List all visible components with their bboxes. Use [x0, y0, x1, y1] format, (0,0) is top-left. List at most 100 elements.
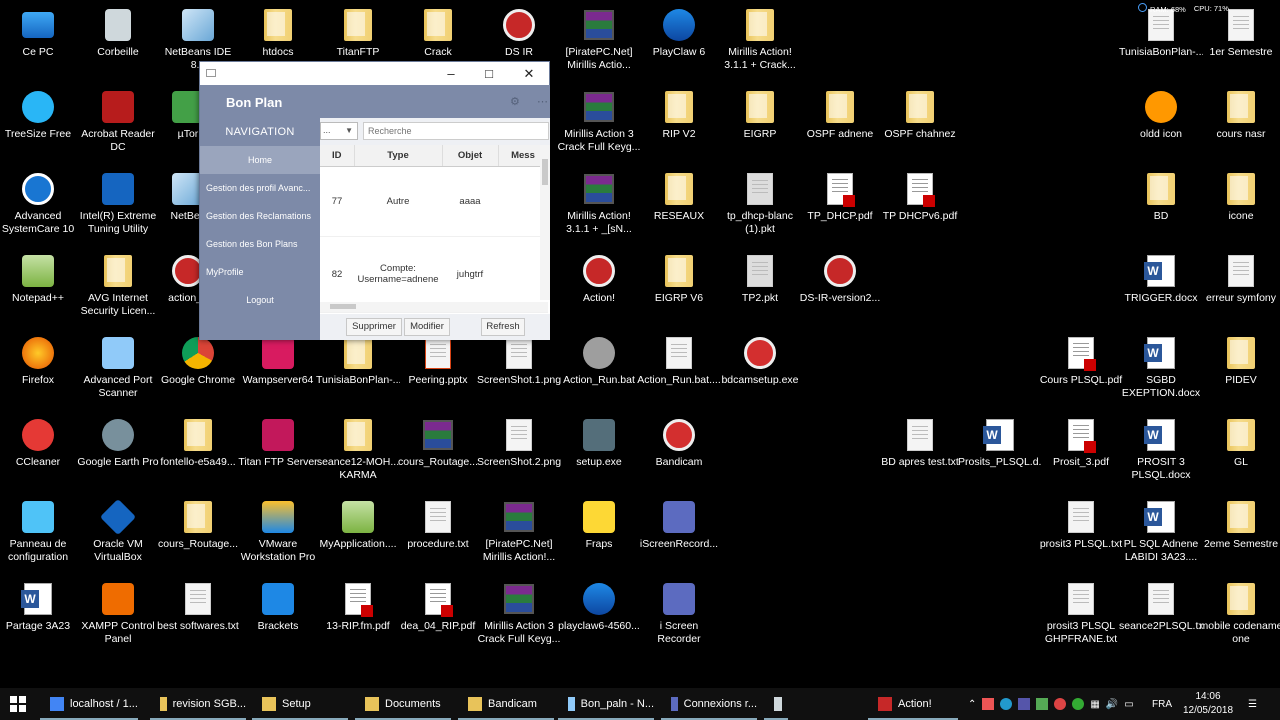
desktop-icon[interactable]: Firefox — [0, 334, 78, 387]
column-header-type[interactable]: Type — [354, 145, 443, 167]
desktop-icon[interactable]: Mirillis Action! 3.1.1 + Crack... — [720, 6, 800, 72]
desktop-icon[interactable]: Advanced SystemCare 10 — [0, 170, 78, 236]
desktop-icon[interactable]: best softwares.txt — [157, 580, 239, 633]
desktop-icon[interactable]: Action_Run.bat.... — [637, 334, 721, 387]
desktop-icon[interactable]: oldd icon — [1121, 88, 1201, 141]
taskbar-item[interactable]: Bon_paln - N... — [558, 688, 654, 720]
desktop-icon[interactable]: i Screen Recorder — [639, 580, 719, 646]
desktop-icon[interactable]: TreeSize Free — [0, 88, 78, 141]
desktop-icon[interactable]: MyApplication.... — [318, 498, 398, 551]
desktop-icon[interactable]: CCleaner — [0, 416, 78, 469]
desktop-icon[interactable]: Brackets — [238, 580, 318, 633]
desktop-icon[interactable]: Prosit_3.pdf — [1041, 416, 1121, 469]
desktop-icon[interactable]: playclaw6-4560... — [558, 580, 640, 633]
column-header-id[interactable]: ID — [320, 145, 355, 167]
desktop-icon[interactable]: Crack — [398, 6, 478, 59]
taskbar-item[interactable]: Action! — [868, 688, 958, 720]
desktop-icon[interactable]: EIGRP — [720, 88, 800, 141]
desktop-icon[interactable]: Titan FTP Server — [238, 416, 318, 469]
desktop-icon[interactable]: Google Chrome — [158, 334, 238, 387]
desktop-icon[interactable]: Google Earth Pro — [77, 416, 159, 469]
settings-icon[interactable]: ⚙ — [510, 95, 520, 108]
desktop-icon[interactable]: EIGRP V6 — [639, 252, 719, 305]
desktop-icon[interactable]: fontello-e5a49... — [158, 416, 238, 469]
desktop-icon[interactable]: iScreenRecord... — [639, 498, 719, 551]
tray-app-icon[interactable] — [1054, 698, 1067, 710]
minimize-button[interactable]: – — [432, 62, 470, 85]
column-header-objet[interactable]: Objet — [442, 145, 499, 167]
desktop-icon[interactable]: BD apres test.txt — [880, 416, 960, 469]
desktop-icon[interactable]: Intel(R) Extreme Tuning Utility — [78, 170, 158, 236]
desktop-icon[interactable]: OSPF chahnez — [880, 88, 960, 141]
taskbar-item[interactable]: Bandicam — [458, 688, 554, 720]
close-button[interactable]: ✕ — [510, 62, 548, 85]
scrollbar-thumb[interactable] — [330, 304, 356, 309]
desktop-icon[interactable]: dea_04_RIP.pdf — [398, 580, 478, 633]
taskbar-item[interactable]: Setup — [252, 688, 348, 720]
edit-button[interactable]: Modifier — [404, 318, 450, 336]
desktop-icon[interactable]: htdocs — [238, 6, 318, 59]
desktop-icon[interactable]: VMware Workstation Pro — [238, 498, 318, 564]
desktop-icon[interactable]: [PiratePC.Net] Mirillis Action!... — [479, 498, 559, 564]
desktop-icon[interactable]: ScreenShot.1.png — [477, 334, 561, 387]
desktop-icon[interactable]: cours_Routage... — [398, 416, 478, 469]
desktop-icon[interactable]: Mirillis Action 3 Crack Full Keyg... — [558, 88, 640, 154]
desktop-icon[interactable]: AVG Internet Security Licen... — [78, 252, 158, 318]
nav-item-profils[interactable]: Gestion des profil Avanc... — [200, 174, 320, 202]
start-button[interactable] — [10, 688, 26, 720]
desktop-icon[interactable]: Mirillis Action 3 Crack Full Keyg... — [478, 580, 560, 646]
desktop-icon[interactable]: seance12-MOH... KARMA — [317, 416, 399, 482]
desktop-icon[interactable]: Acrobat Reader DC — [78, 88, 158, 154]
desktop-icon[interactable]: SGBD EXEPTION.docx — [1121, 334, 1201, 400]
desktop-icon[interactable]: prosit3 PLSQL GHPFRANE.txt — [1041, 580, 1121, 646]
desktop-icon[interactable]: Action! — [559, 252, 639, 305]
desktop-icon[interactable]: DS-IR-version2... — [800, 252, 880, 305]
desktop-icon[interactable]: bdcamsetup.exe — [720, 334, 800, 387]
desktop-icon[interactable]: erreur symfony — [1201, 252, 1280, 305]
delete-button[interactable]: Supprimer — [346, 318, 402, 336]
clock[interactable]: 14:06 12/05/2018 — [1182, 690, 1234, 718]
desktop-icon[interactable]: tp_dhcp-blanc (1).pkt — [720, 170, 800, 236]
refresh-button[interactable]: Refresh — [481, 318, 525, 336]
taskbar-item[interactable]: Documents — [355, 688, 451, 720]
desktop-icon[interactable]: 13-RIP.fm.pdf — [318, 580, 398, 633]
taskbar-item[interactable]: localhost / 1... — [40, 688, 138, 720]
desktop-icon[interactable]: Panneau de configuration — [0, 498, 78, 564]
taskbar-item[interactable]: Connexions r... — [661, 688, 757, 720]
desktop-icon[interactable]: setup.exe — [559, 416, 639, 469]
maximize-button[interactable]: □ — [470, 62, 508, 85]
desktop-icon[interactable]: 2eme Semestre — [1201, 498, 1280, 551]
vertical-scrollbar[interactable] — [540, 145, 550, 300]
desktop-icon[interactable]: Advanced Port Scanner — [78, 334, 158, 400]
desktop-icon[interactable]: mobile codename one — [1200, 580, 1280, 646]
desktop-icon[interactable]: Corbeille — [78, 6, 158, 59]
desktop-icon[interactable]: Notepad++ — [0, 252, 78, 305]
tray-app-icon[interactable] — [1036, 698, 1049, 710]
desktop-icon[interactable]: prosit3 PLSQL.txt — [1040, 498, 1122, 551]
desktop-icon[interactable]: procedure.txt — [398, 498, 478, 551]
search-input[interactable] — [363, 122, 549, 140]
desktop-icon[interactable]: BD — [1121, 170, 1201, 223]
tray-app-icon[interactable] — [1000, 698, 1013, 710]
desktop-icon[interactable]: XAMPP Control Panel — [78, 580, 158, 646]
volume-icon[interactable]: 🔊 — [1106, 699, 1118, 710]
desktop-icon[interactable]: Mirillis Action! 3.1.1 + _[sN... — [559, 170, 639, 236]
horizontal-scrollbar[interactable] — [320, 302, 548, 312]
desktop-icon[interactable]: OSPF adnene — [800, 88, 880, 141]
desktop-icon[interactable]: PIDEV — [1201, 334, 1280, 387]
table-row[interactable]: 82 Compte: Username=adnene juhgtrf ... — [320, 236, 548, 313]
desktop-icon[interactable]: DS IR — [479, 6, 559, 59]
tray-app-icon[interactable] — [1018, 698, 1031, 710]
desktop-icon[interactable]: GL — [1201, 416, 1280, 469]
chevron-up-icon[interactable]: ⌃ — [968, 699, 976, 710]
desktop-icon[interactable]: Bandicam — [639, 416, 719, 469]
nav-item-logout[interactable]: Logout — [200, 286, 320, 314]
desktop-icon[interactable]: TP2.pkt — [720, 252, 800, 305]
nav-item-bon-plans[interactable]: Gestion des Bon Plans — [200, 230, 320, 258]
desktop-icon[interactable]: TunisiaBonPlan-... — [316, 334, 400, 387]
more-options-icon[interactable]: ⋯ — [537, 95, 548, 108]
nav-item-reclamations[interactable]: Gestion des Reclamations — [200, 202, 320, 230]
desktop-icon[interactable]: icone — [1201, 170, 1280, 223]
desktop-icon[interactable]: TP_DHCP.pdf — [800, 170, 880, 223]
desktop-icon[interactable]: Prosits_PLSQL.d... — [958, 416, 1042, 469]
